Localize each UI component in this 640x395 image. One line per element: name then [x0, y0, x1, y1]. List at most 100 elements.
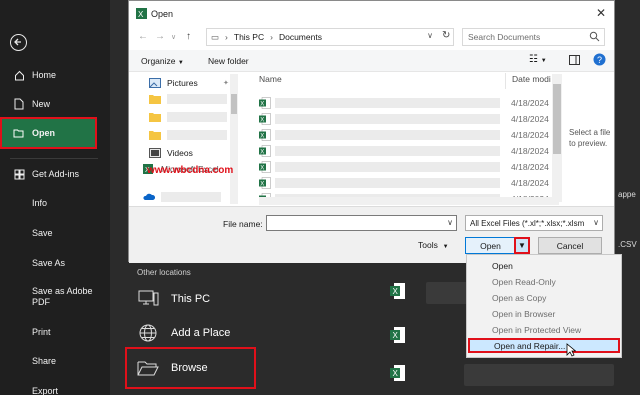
- breadcrumb-documents[interactable]: Documents: [279, 32, 322, 42]
- excel-file-icon: X: [259, 113, 271, 125]
- other-locations-heading: Other locations: [137, 268, 191, 277]
- sidebar-item-save-as-pdf[interactable]: Save as Adobe PDF: [0, 284, 110, 310]
- sidebar-item-open[interactable]: Open: [0, 117, 97, 149]
- sidebar-item-info[interactable]: Info: [0, 192, 110, 214]
- excel-file-icon: X: [390, 283, 405, 299]
- sidebar-item-get-addins[interactable]: Get Add-ins: [0, 163, 110, 185]
- tree-item[interactable]: [141, 128, 241, 142]
- column-header-name[interactable]: Name: [259, 74, 282, 84]
- location-add-place[interactable]: Add a Place: [136, 320, 336, 346]
- open-button[interactable]: Open: [465, 237, 516, 254]
- recent-file-name-fragment: appe: [618, 190, 636, 199]
- organize-button[interactable]: Organize ▼: [141, 56, 184, 66]
- file-row[interactable]: X 4/18/2024: [259, 143, 559, 159]
- refresh-icon[interactable]: ↻: [442, 30, 450, 41]
- file-date: 4/18/2024: [511, 162, 549, 172]
- view-options-icon[interactable]: ☷ ▼: [529, 54, 547, 65]
- file-row[interactable]: X 4/18/2024: [259, 175, 559, 191]
- svg-text:X: X: [260, 101, 264, 107]
- file-date: 4/18/2024: [511, 98, 549, 108]
- column-header-date[interactable]: Date modi: [512, 74, 551, 84]
- search-input[interactable]: Search Documents: [462, 28, 605, 46]
- breadcrumb-this-pc[interactable]: This PC: [234, 32, 264, 42]
- back-button[interactable]: [10, 34, 27, 51]
- menu-item-open-read-only[interactable]: Open Read-Only: [468, 274, 620, 289]
- dialog-title: Open: [151, 9, 174, 19]
- sidebar-divider: [10, 158, 98, 159]
- back-arrow-icon[interactable]: ←: [138, 31, 148, 42]
- sidebar-item-label: Print: [32, 326, 51, 337]
- location-label: Add a Place: [171, 327, 231, 339]
- command-bar: Organize ▼ New folder ☷ ▼ ?: [129, 50, 614, 72]
- close-icon[interactable]: ✕: [596, 6, 606, 20]
- up-arrow-icon[interactable]: ↑: [186, 31, 191, 42]
- file-row[interactable]: X 4/18/2024: [259, 95, 559, 111]
- sidebar-item-new[interactable]: New: [0, 93, 110, 115]
- location-this-pc[interactable]: This PC: [136, 286, 336, 312]
- file-row[interactable]: X 4/18/2024: [259, 111, 559, 127]
- sidebar-item-label: Export: [32, 385, 59, 395]
- sidebar-item-label: Save: [32, 227, 53, 238]
- tree-item-pictures[interactable]: Pictures ✦: [141, 76, 241, 90]
- scrollbar-thumb[interactable]: [553, 84, 561, 154]
- tree-scrollbar[interactable]: [230, 74, 238, 204]
- menu-item-open[interactable]: Open: [468, 258, 620, 273]
- tree-item[interactable]: [141, 92, 241, 106]
- address-bar[interactable]: ▭ › This PC › Documents ∨: [206, 28, 454, 46]
- open-dropdown-button[interactable]: ▼: [514, 237, 530, 254]
- home-icon: [13, 69, 25, 81]
- recent-file-row[interactable]: X: [390, 360, 640, 390]
- folder-open-icon: [13, 127, 25, 139]
- excel-file-icon: X: [259, 161, 271, 173]
- sidebar-item-home[interactable]: Home: [0, 64, 110, 86]
- svg-text:X: X: [393, 369, 399, 378]
- chevron-down-icon[interactable]: ∨: [591, 218, 599, 227]
- sidebar-item-save-as[interactable]: Save As: [0, 252, 110, 274]
- sidebar-item-export[interactable]: Export: [0, 380, 110, 395]
- scrollbar-thumb[interactable]: [231, 94, 237, 114]
- chevron-down-icon[interactable]: ∨: [427, 31, 433, 40]
- sidebar-item-share[interactable]: Share: [0, 350, 110, 372]
- chevron-down-icon[interactable]: ∨: [171, 33, 176, 41]
- svg-text:X: X: [260, 117, 264, 123]
- tree-item-videos[interactable]: Videos: [141, 146, 241, 160]
- sidebar-item-label: Get Add-ins: [32, 168, 80, 179]
- file-row[interactable]: X 4/18/2024: [259, 127, 559, 143]
- new-folder-button[interactable]: New folder: [208, 56, 249, 66]
- sidebar-item-label: Open: [32, 127, 56, 138]
- menu-item-open-protected-view[interactable]: Open in Protected View: [468, 322, 620, 337]
- tree-item[interactable]: [141, 110, 241, 124]
- svg-text:X: X: [138, 10, 144, 19]
- file-date: 4/18/2024: [511, 146, 549, 156]
- svg-text:X: X: [260, 149, 264, 155]
- redacted-file-name: [275, 130, 500, 140]
- open-options-menu: Open Open Read-Only Open as Copy Open in…: [466, 254, 622, 358]
- chevron-down-icon[interactable]: ∨: [447, 218, 453, 227]
- excel-file-icon: X: [259, 177, 271, 189]
- search-placeholder: Search Documents: [468, 32, 541, 42]
- excel-file-icon: X: [390, 365, 405, 381]
- sidebar-item-print[interactable]: Print: [0, 321, 110, 343]
- organize-label: Organize: [141, 56, 176, 66]
- excel-file-icon: X: [259, 129, 271, 141]
- tree-item-onedrive[interactable]: [141, 190, 241, 204]
- file-name-input[interactable]: ∨: [266, 215, 457, 231]
- open-file-dialog: X Open ✕ ← → ∨ ↑ ▭ › This PC › Documents…: [128, 0, 615, 263]
- horizontal-scrollbar[interactable]: [259, 197, 559, 205]
- file-row[interactable]: X 4/18/2024: [259, 159, 559, 175]
- tools-button[interactable]: Tools ▼: [418, 240, 449, 250]
- forward-arrow-icon[interactable]: →: [155, 31, 165, 42]
- menu-item-open-in-browser[interactable]: Open in Browser: [468, 306, 620, 321]
- cancel-button[interactable]: Cancel: [538, 237, 602, 254]
- dialog-title-bar[interactable]: X Open ✕: [129, 1, 614, 26]
- excel-file-icon: X: [259, 145, 271, 157]
- menu-item-open-as-copy[interactable]: Open as Copy: [468, 290, 620, 305]
- menu-item-open-and-repair[interactable]: Open and Repair...: [468, 338, 620, 353]
- file-type-select[interactable]: All Excel Files (*.xl*;*.xlsx;*.xlsm ∨: [465, 215, 603, 231]
- sidebar-item-save[interactable]: Save: [0, 222, 110, 244]
- help-icon[interactable]: ?: [593, 53, 606, 68]
- file-list-scrollbar[interactable]: [552, 74, 562, 202]
- new-document-icon: [13, 98, 25, 110]
- preview-pane-icon[interactable]: [569, 55, 580, 67]
- column-divider[interactable]: [505, 73, 506, 89]
